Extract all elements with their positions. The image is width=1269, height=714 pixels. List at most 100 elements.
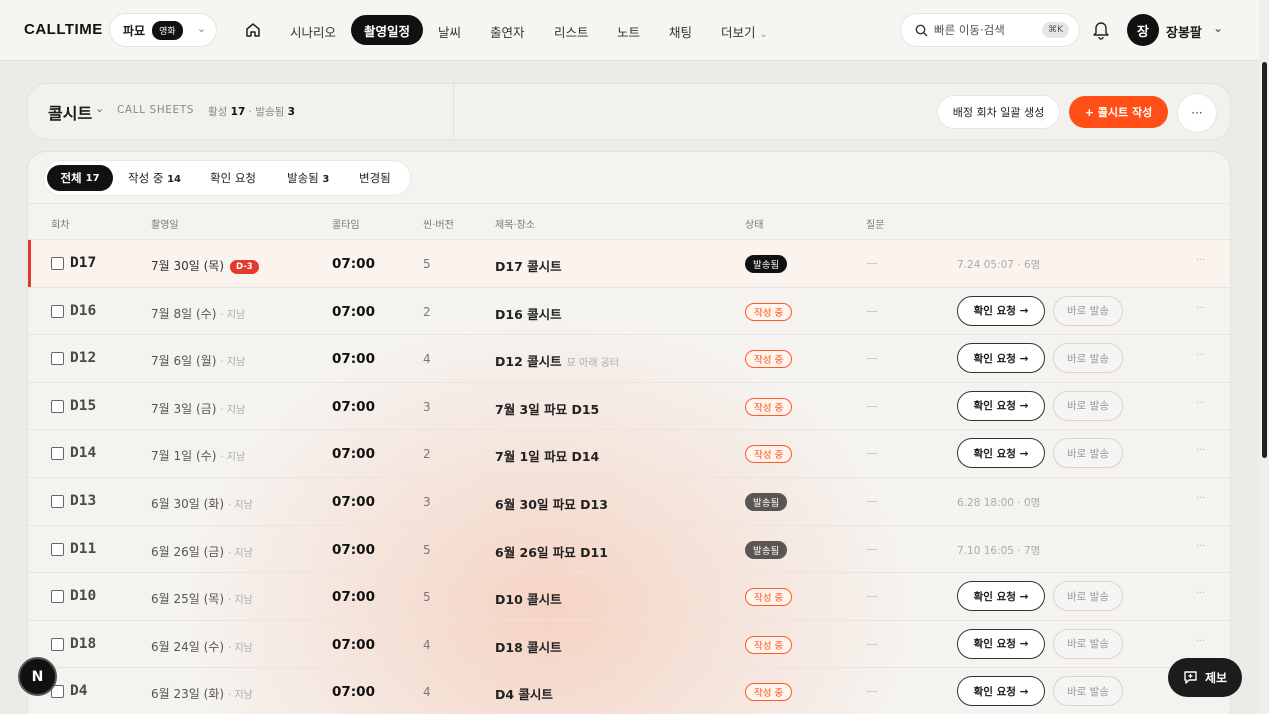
- row-checkbox[interactable]: [51, 447, 64, 461]
- send-now-button[interactable]: 바로 발송: [1053, 390, 1123, 421]
- send-now-button[interactable]: 바로 발송: [1053, 295, 1123, 326]
- request-review-button[interactable]: 확인 요청 →: [957, 438, 1045, 469]
- shoot-date: 7월 6일 (월) · 지남: [151, 352, 245, 369]
- tab-sent-count: 3: [322, 174, 330, 185]
- episode-code: D17: [70, 255, 97, 271]
- column-header-questions[interactable]: 질문: [866, 216, 884, 231]
- sheet-title[interactable]: D4 콜시트: [495, 684, 553, 703]
- table-row[interactable]: D17 7월 30일 (목) D-3 07:00 5 D17 콜시트 발송됨 — 7.24 05…: [28, 239, 1230, 287]
- sheet-title[interactable]: D18 콜시트: [495, 637, 562, 656]
- call-time: 07:00: [332, 589, 375, 606]
- chevron-down-icon[interactable]: ⌄: [95, 102, 104, 115]
- chevron-down-icon[interactable]: ⌄: [1213, 21, 1223, 35]
- batch-create-button[interactable]: 배정 회차 일괄 생성: [938, 96, 1059, 128]
- sheet-title-text: D4 콜시트: [495, 687, 553, 703]
- row-checkbox[interactable]: [51, 495, 64, 508]
- tab-review-requested[interactable]: 확인 요청: [210, 170, 256, 186]
- row-checkbox[interactable]: [51, 257, 64, 270]
- row-more-button[interactable]: ···: [1196, 255, 1206, 266]
- column-header-episode[interactable]: 회차: [51, 216, 69, 231]
- row-more-button[interactable]: ···: [1196, 303, 1206, 314]
- row-more-button[interactable]: ···: [1196, 588, 1206, 599]
- question-count: —: [866, 398, 878, 413]
- user-name[interactable]: 장봉팔: [1166, 22, 1202, 41]
- sheet-title[interactable]: D16 콜시트: [495, 304, 562, 323]
- sheet-title[interactable]: D10 콜시트: [495, 589, 562, 608]
- request-review-button[interactable]: 확인 요청 →: [957, 581, 1045, 612]
- nav-list[interactable]: 리스트: [554, 22, 589, 41]
- send-now-button[interactable]: 바로 발송: [1053, 581, 1123, 612]
- send-now-button[interactable]: 바로 발송: [1053, 438, 1123, 469]
- nav-scenario[interactable]: 시나리오: [290, 22, 336, 41]
- row-more-button[interactable]: ···: [1196, 350, 1206, 361]
- row-checkbox[interactable]: [51, 399, 64, 413]
- request-review-button[interactable]: 확인 요청 →: [957, 343, 1045, 374]
- column-header-date[interactable]: 촬영일: [151, 216, 179, 231]
- table-row[interactable]: D15 7월 3일 (금) · 지남 07:00 3 7월 3일 파묘 D15 작성 중 — 확…: [28, 381, 1230, 429]
- tab-sent-label: 발송됨: [287, 171, 319, 185]
- sheet-title[interactable]: D17 콜시트: [495, 256, 562, 275]
- bell-icon[interactable]: [1092, 20, 1110, 40]
- upcoming-indicator: [28, 240, 31, 287]
- column-header-scene[interactable]: 씬·버전: [423, 216, 454, 231]
- request-review-button[interactable]: 확인 요청 →: [957, 628, 1045, 659]
- nav-weather[interactable]: 날씨: [438, 22, 461, 41]
- app-logo[interactable]: CALLTIME: [24, 21, 103, 38]
- more-options-button[interactable]: ···: [1178, 94, 1216, 132]
- scrollbar-thumb[interactable]: [1262, 62, 1267, 458]
- sheet-title-text: D10 콜시트: [495, 592, 562, 608]
- row-more-button[interactable]: ···: [1196, 398, 1206, 409]
- sheet-title[interactable]: D12 콜시트 묘 아래 공터: [495, 351, 619, 370]
- row-more-button[interactable]: ···: [1196, 636, 1206, 647]
- send-now-button[interactable]: 바로 발송: [1053, 343, 1123, 374]
- tab-all[interactable]: 전체 17: [47, 165, 113, 191]
- send-now-button[interactable]: 바로 발송: [1053, 628, 1123, 659]
- nav-more[interactable]: 더보기 ⌄: [721, 22, 768, 41]
- table-row[interactable]: D12 7월 6일 (월) · 지남 07:00 4 D12 콜시트 묘 아래 공터 작성 중…: [28, 334, 1230, 381]
- table-row[interactable]: D14 7월 1일 (수) · 지남 07:00 2 7월 1일 파묘 D14 작성 중 — 확…: [28, 429, 1230, 476]
- table-row[interactable]: D16 7월 8일 (수) · 지남 07:00 2 D16 콜시트 작성 중 — 확인 요청 …: [28, 286, 1230, 334]
- new-call-sheet-button[interactable]: + 콜시트 작성: [1069, 96, 1168, 128]
- home-icon[interactable]: [244, 21, 262, 39]
- row-more-button[interactable]: ···: [1196, 445, 1206, 456]
- row-more-button[interactable]: ···: [1196, 493, 1206, 504]
- scene-version: 2: [423, 447, 431, 462]
- report-button[interactable]: 제보: [1168, 658, 1242, 697]
- row-checkbox[interactable]: [51, 542, 64, 556]
- request-review-button[interactable]: 확인 요청 →: [957, 390, 1045, 421]
- sheet-title[interactable]: 6월 26일 파묘 D11: [495, 542, 608, 561]
- column-header-calltime[interactable]: 콜타임: [332, 216, 360, 231]
- row-checkbox[interactable]: [51, 352, 64, 366]
- request-review-button[interactable]: 확인 요청 →: [957, 295, 1045, 326]
- nav-chat[interactable]: 채팅: [669, 22, 692, 41]
- search-input[interactable]: 빠른 이동·검색 ⌘K: [901, 14, 1079, 46]
- table-row[interactable]: D18 6월 24일 (수) · 지남 07:00 4 D18 콜시트 작성 중 — 확인 요청…: [28, 619, 1230, 667]
- row-more-button[interactable]: ···: [1196, 541, 1206, 552]
- row-checkbox[interactable]: [51, 304, 64, 318]
- table-row[interactable]: D10 6월 25일 (목) · 지남 07:00 5 D10 콜시트 작성 중 — 확인 요청…: [28, 572, 1230, 619]
- nav-cast[interactable]: 출연자: [490, 22, 525, 41]
- tab-drafting[interactable]: 작성 중 14: [128, 170, 181, 186]
- send-now-button[interactable]: 바로 발송: [1053, 676, 1123, 707]
- row-checkbox[interactable]: [51, 590, 64, 604]
- column-header-status[interactable]: 상태: [745, 216, 763, 231]
- past-tag: · 지남: [220, 404, 246, 416]
- avatar[interactable]: 장: [1127, 14, 1159, 46]
- tab-changed[interactable]: 변경됨: [359, 170, 391, 186]
- sheet-title[interactable]: 7월 1일 파묘 D14: [495, 446, 599, 465]
- row-checkbox[interactable]: [51, 637, 64, 651]
- column-header-title[interactable]: 제목·장소: [495, 216, 535, 231]
- table-row[interactable]: D11 6월 26일 (금) · 지남 07:00 5 6월 26일 파묘 D11 발송됨 —…: [28, 524, 1230, 572]
- question-count: —: [866, 351, 878, 366]
- table-row[interactable]: D4 6월 23일 (화) · 지남 07:00 4 D4 콜시트 작성 중 — 확인 요청 →…: [28, 667, 1230, 714]
- nav-notes[interactable]: 노트: [617, 22, 640, 41]
- project-selector[interactable]: 파묘 영화 ⌄: [110, 14, 216, 46]
- tab-sent[interactable]: 발송됨 3: [287, 170, 329, 186]
- table-row[interactable]: D13 6월 30일 (화) · 지남 07:00 3 6월 30일 파묘 D13 발송됨 —…: [28, 477, 1230, 524]
- nav-schedule-active[interactable]: 촬영일정: [351, 15, 423, 45]
- sent-meta: 6.28 18:00 · 0명: [957, 497, 1041, 509]
- sheet-title[interactable]: 7월 3일 파묘 D15: [495, 399, 599, 418]
- dev-tools-button[interactable]: N: [18, 657, 57, 696]
- sheet-title[interactable]: 6월 30일 파묘 D13: [495, 494, 608, 513]
- request-review-button[interactable]: 확인 요청 →: [957, 676, 1045, 707]
